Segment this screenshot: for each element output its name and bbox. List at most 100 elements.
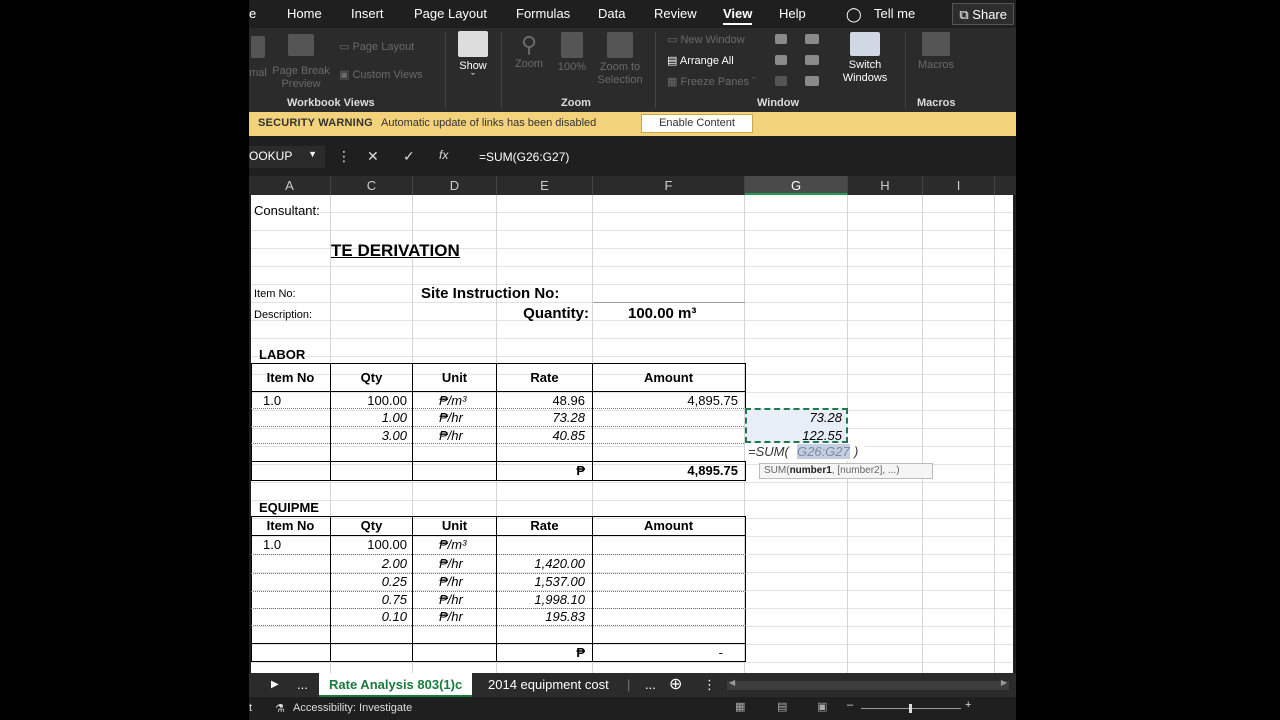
equipment-cell-qty: 0.75 [381,592,407,607]
site-instruction-underline [593,302,745,303]
enter-icon[interactable]: ✓ [403,148,415,165]
tabs-overflow-right[interactable]: ... [645,673,656,697]
quantity-label: Quantity: [523,305,589,322]
labor-col-rate: Rate [530,370,559,385]
equipment-table [251,516,746,662]
col-header-f[interactable]: F [593,176,745,195]
function-tooltip: SUM(number1, [number2], ...) [759,463,933,479]
equipment-cell-unit: ₱/hr [439,609,463,624]
menu-page-layout[interactable]: Page Layout [414,6,487,21]
freeze-panes-button[interactable]: ▦ Freeze Panes ˇ [667,75,756,88]
sheet-tab-equipment-cost[interactable]: 2014 equipment cost [488,673,609,697]
zoom-in-icon[interactable]: + [965,699,971,711]
equipment-cell-item: 1.0 [263,537,282,552]
col-header-h[interactable]: H [848,176,923,195]
tabs-more-icon[interactable]: ⋮ [703,673,716,697]
labor-header-rule [251,391,746,392]
equipment-col-divider [496,516,497,662]
editing-formula-suffix: ) [854,444,859,459]
name-box[interactable]: OOKUP ▼ [249,146,325,168]
arrange-all-button[interactable]: ▤ Arrange All [667,54,734,67]
labor-col-unit: Unit [441,370,468,385]
insert-function-icon[interactable]: fx [439,148,448,162]
menu-formulas[interactable]: Formulas [516,6,570,21]
normal-view-button[interactable]: mal [249,36,267,79]
view-side-by-side-icon[interactable] [805,34,819,47]
equipment-cell-unit: ₱/hr [439,592,463,607]
ribbon-separator [655,32,656,108]
page-break-status-icon[interactable]: ▣ [817,700,827,713]
sheet-tab-rate-analysis[interactable]: Rate Analysis 803(1)c [319,673,473,697]
scroll-left-icon[interactable]: ◀ [729,678,735,687]
zoom-100-button[interactable]: 100% [555,32,589,73]
labor-cell-qty: 100.00 [367,393,407,408]
labor-cell-qty: 1.00 [381,410,407,425]
page-layout-status-icon[interactable]: ▤ [777,700,787,713]
labor-cell-item: 1.0 [263,393,282,408]
normal-view-status-icon[interactable]: ▦ [735,700,745,713]
active-cell-editor[interactable]: =SUM( G26:G27 ) [745,443,865,461]
scroll-tabs-right-icon[interactable]: ▶ [271,673,279,697]
tell-me[interactable]: Tell me [874,6,915,21]
menu-data[interactable]: Data [598,6,625,21]
labor-row-rule [251,443,746,444]
site-instruction-label: Site Instruction No: [421,285,560,302]
more-options-icon[interactable]: ⋮ [337,148,351,165]
macros-button[interactable]: Macros [913,32,959,71]
zoom-out-icon[interactable]: – [847,699,853,711]
col-header-i[interactable]: I [923,176,995,195]
reset-window-icon[interactable] [805,76,819,89]
switch-windows-button[interactable]: Switch Windows [831,32,899,85]
tabs-overflow-left[interactable]: ... [297,673,308,697]
split-icon[interactable] [775,34,787,47]
labor-col-amount: Amount [643,370,694,385]
formula-input[interactable]: =SUM(G26:G27) [479,150,569,164]
menu-review[interactable]: Review [654,6,697,21]
accessibility-status[interactable]: Accessibility: Investigate [293,702,412,714]
page-layout-button[interactable]: ▭ Page Layout [339,40,414,53]
menu-file-stub[interactable]: e [249,6,256,21]
zoom-label: Zoom [514,58,544,70]
share-button[interactable]: ⧉ Share [952,3,1014,25]
add-sheet-icon[interactable]: ⊕ [669,673,682,697]
col-header-a[interactable]: A [249,176,331,195]
zoom-button[interactable]: ⚲ Zoom [511,32,547,70]
cancel-icon[interactable]: ✕ [367,148,379,165]
show-button[interactable]: Show ˇ [455,31,491,84]
horizontal-scrollbar[interactable]: ◀ ▶ [727,678,1009,690]
editing-formula-ref: G26:G27 [797,444,850,459]
custom-views-button[interactable]: ▣ Custom Views [339,68,423,81]
menu-view[interactable]: View [723,6,753,25]
accessibility-icon: ⚗ [275,703,285,715]
equipment-row-rule [251,554,746,555]
status-bar: t ⚗ Accessibility: Investigate ▦ ▤ ▣ – + [249,697,1016,720]
zoom-slider-thumb[interactable] [909,704,912,713]
equipment-cell-rate: 1,420.00 [534,556,585,571]
col-header-d[interactable]: D [413,176,497,195]
switch-windows-icon [850,32,880,56]
enable-content-button[interactable]: Enable Content [641,114,753,133]
quantity-value: 100.00 m³ [628,305,697,322]
zoom-to-selection-button[interactable]: Zoom to Selection [593,32,647,87]
g-cell-value: 73.28 [809,410,842,425]
new-window-button[interactable]: ▭ New Window [667,33,745,46]
menu-insert[interactable]: Insert [351,6,384,21]
dropdown-arrow-icon[interactable]: ▼ [308,149,317,159]
freeze-panes-icon: ▦ [667,76,678,88]
sync-scroll-icon[interactable] [805,55,819,68]
menu-help[interactable]: Help [779,6,806,21]
freeze-panes-label: Freeze Panes [680,76,749,88]
col-header-e[interactable]: E [497,176,593,195]
col-header-c[interactable]: C [331,176,413,195]
zoom-100-icon [561,32,583,58]
col-header-g[interactable]: G [745,176,848,195]
page-break-preview-button[interactable]: Page Break Preview [271,34,331,91]
consultant-label: Consultant: [254,203,320,218]
hide-icon[interactable] [775,55,787,68]
labor-cell-amount: 4,895.75 [687,393,738,408]
worksheet-grid[interactable]: Consultant: TE DERIVATION Item No: Site … [251,195,1013,673]
scroll-right-icon[interactable]: ▶ [1001,678,1007,687]
unhide-icon[interactable] [775,76,787,89]
show-label: Show [459,60,487,72]
menu-home[interactable]: Home [287,6,322,21]
